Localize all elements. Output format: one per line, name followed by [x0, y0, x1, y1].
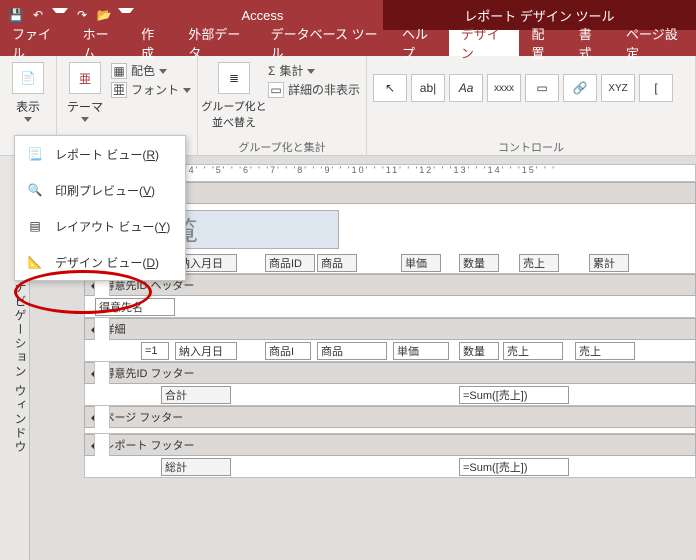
tab-db-tools[interactable]: データベース ツール	[259, 30, 390, 56]
redo-icon[interactable]: ↷	[74, 7, 90, 23]
customer-header-body[interactable]: 得意先名	[84, 296, 696, 318]
hide-details-icon: ▭	[268, 82, 284, 98]
group-sort-button[interactable]: ≣ グループ化と 並べ替え	[204, 58, 264, 130]
tab-arrange[interactable]: 配置	[519, 30, 566, 56]
tab-home[interactable]: ホーム	[71, 30, 130, 56]
link-tool-button[interactable]: 🔗	[563, 74, 597, 102]
subtotal-label[interactable]: 合計	[161, 386, 231, 404]
subtotal-expr[interactable]: =Sum([売上])	[459, 386, 569, 404]
pointer-icon: ↖	[385, 81, 395, 95]
fonts-icon: 亜	[111, 82, 127, 98]
colors-icon: ▦	[111, 63, 127, 79]
view-menu-report[interactable]: 📃 レポート ビュー(R)	[15, 136, 185, 172]
tab-file[interactable]: ファイル	[0, 30, 71, 56]
quick-access-toolbar: 💾 ↶ ↷ 📂	[0, 6, 142, 24]
layout-view-icon: ▤	[25, 216, 45, 236]
customer-name-field[interactable]: 得意先名	[95, 298, 175, 316]
totals-button[interactable]: Σ 集計	[268, 62, 360, 79]
tab-create[interactable]: 作成	[129, 30, 176, 56]
hdr-pid[interactable]: 商品ID	[265, 254, 315, 272]
theme-icon: 亜	[69, 62, 101, 94]
chevron-down-icon	[183, 88, 191, 93]
chevron-down-icon	[81, 117, 89, 122]
tab-format[interactable]: 書式	[567, 30, 614, 56]
design-view-icon: 📐	[25, 252, 45, 272]
hdr-qty[interactable]: 数量	[459, 254, 499, 272]
undo-dropdown-icon[interactable]	[52, 8, 68, 24]
view-menu-layout[interactable]: ▤ レイアウト ビュー(Y)	[15, 208, 185, 244]
ribbon-tabbar: ファイル ホーム 作成 外部データ データベース ツール ヘルプ デザイン 配置…	[0, 30, 696, 56]
select-tool-button[interactable]: ↖	[373, 74, 407, 102]
open-icon[interactable]: 📂	[96, 7, 112, 23]
chevron-down-icon	[24, 117, 32, 122]
tab-design[interactable]: デザイン	[449, 30, 520, 56]
more-icon: [	[654, 81, 657, 95]
detail-pid[interactable]: 商品I	[265, 342, 311, 360]
ribbon-group-grouping: ≣ グループ化と 並べ替え Σ 集計 ▭ 詳細の非表示 グループ化と集計	[198, 56, 367, 155]
tab-page-setup[interactable]: ページ設定	[614, 30, 696, 56]
hdr-pname[interactable]: 商品	[317, 254, 357, 272]
hdr-sales[interactable]: 売上	[519, 254, 559, 272]
page-footer-body[interactable]	[84, 428, 696, 434]
colors-button[interactable]: ▦ 配色	[111, 62, 191, 79]
tab-tool-button[interactable]: ▭	[525, 74, 559, 102]
detail-sales[interactable]: 売上	[503, 342, 563, 360]
nav-tool-button[interactable]: XYZ	[601, 74, 635, 102]
context-tab-title: レポート デザイン ツール	[383, 6, 696, 25]
customer-footer-body[interactable]: 合計 =Sum([売上])	[84, 384, 696, 406]
tab-external-data[interactable]: 外部データ	[176, 30, 258, 56]
section-bar-report-footer[interactable]: ◆ レポート フッター	[84, 434, 696, 456]
hdr-price[interactable]: 単価	[401, 254, 441, 272]
view-button[interactable]: 📄 表示	[6, 58, 50, 122]
label-tool-button[interactable]: Aa	[449, 74, 483, 102]
detail-pname[interactable]: 商品	[317, 342, 387, 360]
report-view-icon: 📃	[25, 144, 45, 164]
grandtotal-label[interactable]: 総計	[161, 458, 231, 476]
undo-icon[interactable]: ↶	[30, 7, 46, 23]
button-tool-button[interactable]: xxxx	[487, 74, 521, 102]
tab-icon: ▭	[536, 81, 547, 95]
theme-button[interactable]: 亜 テーマ	[63, 58, 107, 122]
sigma-icon: Σ	[268, 64, 275, 78]
hide-details-button[interactable]: ▭ 詳細の非表示	[268, 81, 360, 98]
nav-icon: XYZ	[608, 83, 627, 94]
group-label: グループ化と集計	[204, 139, 360, 155]
textbox-tool-button[interactable]: ab|	[411, 74, 445, 102]
controls-label: コントロール	[373, 139, 689, 155]
hdr-cum[interactable]: 累計	[589, 254, 629, 272]
grandtotal-expr[interactable]: =Sum([売上])	[459, 458, 569, 476]
detail-sales2[interactable]: 売上	[575, 342, 635, 360]
label-icon: Aa	[459, 81, 474, 95]
report-footer-body[interactable]: 総計 =Sum([売上])	[84, 456, 696, 478]
detail-month[interactable]: 納入月日	[175, 342, 237, 360]
view-menu-preview[interactable]: 🔍 印刷プレビュー(V)	[15, 172, 185, 208]
chevron-down-icon	[307, 69, 315, 74]
tab-help[interactable]: ヘルプ	[390, 30, 449, 56]
section-bar-detail[interactable]: ◆ 詳細	[84, 318, 696, 340]
view-menu-design[interactable]: 📐 デザイン ビュー(D)	[15, 244, 185, 280]
textbox-icon: ab|	[420, 81, 436, 95]
detail-body[interactable]: =1 納入月日 商品I 商品 単価 数量 売上 売上	[84, 340, 696, 362]
chevron-down-icon	[159, 69, 167, 74]
detail-seq[interactable]: =1	[141, 342, 169, 360]
save-icon[interactable]: 💾	[8, 7, 24, 23]
print-preview-icon: 🔍	[25, 180, 45, 200]
section-bar-page-footer[interactable]: ◆ ページ フッター	[84, 406, 696, 428]
ribbon-group-controls: ↖ ab| Aa xxxx ▭ 🔗 XYZ [ コントロール	[367, 56, 696, 155]
app-title: Access	[142, 8, 383, 23]
section-bar-customer-footer[interactable]: ◆ 得意先ID フッター	[84, 362, 696, 384]
view-icon: 📄	[12, 62, 44, 94]
button-icon: xxxx	[494, 83, 514, 94]
view-dropdown: 📃 レポート ビュー(R) 🔍 印刷プレビュー(V) ▤ レイアウト ビュー(Y…	[14, 135, 186, 281]
detail-qty[interactable]: 数量	[459, 342, 499, 360]
detail-price[interactable]: 単価	[393, 342, 449, 360]
qat-customize-icon[interactable]	[118, 8, 134, 24]
group-sort-icon: ≣	[218, 62, 250, 94]
more-controls-button[interactable]: [	[639, 74, 673, 102]
fonts-button[interactable]: 亜 フォント	[111, 81, 191, 98]
link-icon: 🔗	[573, 81, 588, 95]
